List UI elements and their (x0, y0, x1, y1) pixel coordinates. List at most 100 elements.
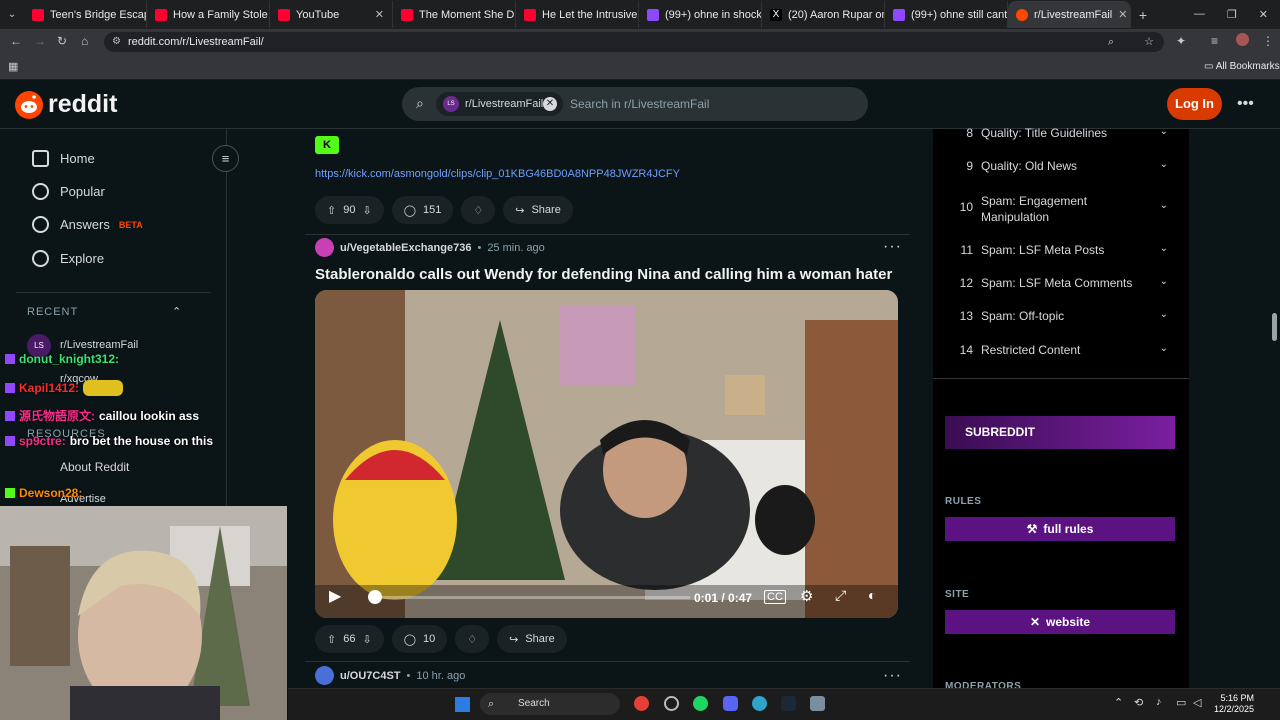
windows-start-icon[interactable] (455, 697, 470, 712)
clear-chip-icon[interactable]: ✕ (543, 97, 557, 111)
volume-icon[interactable]: ◐ (868, 587, 876, 603)
new-tab-icon[interactable]: + (1131, 7, 1155, 23)
post-link[interactable]: https://kick.com/asmongold/clips/clip_01… (315, 168, 680, 180)
video-player[interactable]: ▶ 0:01 / 0:47 CC ⚙ ⤢ ◐ (315, 290, 898, 618)
recent-item[interactable]: r/LivestreamFail (60, 339, 138, 351)
chevron-down-icon[interactable]: ⌄ (1160, 309, 1168, 323)
home-browser-icon[interactable]: ⌂ (81, 34, 88, 48)
rule-item[interactable]: 9 Quality: Old News ⌄ (958, 159, 1168, 173)
play-icon[interactable]: ▶ (329, 586, 341, 606)
browser-tab[interactable]: How a Family Stole $✕ (147, 1, 270, 28)
taskbar-clock[interactable]: 5:16 PM 12/2/2025 (1214, 693, 1254, 715)
browser-tab[interactable]: (99+) ohne in shock :✕ (639, 1, 762, 28)
nav-answers[interactable]: Answers BETA (32, 216, 143, 233)
post-options-icon[interactable]: ··· (883, 667, 902, 685)
url-field[interactable]: ⚙ reddit.com/r/LivestreamFail/ ⌕ ☆ (104, 32, 1164, 52)
upvote-icon[interactable]: ⇧ (327, 204, 336, 217)
zoom-icon[interactable]: ⌕ (1108, 32, 1114, 52)
upvote-icon[interactable]: ⇧ (327, 633, 336, 646)
spotify-icon[interactable] (693, 696, 708, 711)
comments-button[interactable]: ◯ 151 (391, 196, 454, 224)
comments-button[interactable]: ◯ 10 (391, 625, 448, 653)
speaker-icon[interactable]: ◁ (1193, 696, 1201, 709)
subreddit-banner[interactable]: SUBREDDIT (945, 416, 1175, 449)
browser-tab-active[interactable]: r/LivestreamFail ✕ (1008, 1, 1131, 28)
close-window-icon[interactable]: ✕ (1259, 8, 1268, 21)
fullscreen-icon[interactable]: ⤢ (835, 587, 846, 604)
site-info-icon[interactable]: ⚙ (112, 32, 121, 52)
post-title[interactable]: Stableronaldo calls out Wendy for defend… (315, 266, 892, 283)
sync-icon[interactable]: ⟲ (1134, 696, 1143, 709)
vote-control[interactable]: ⇧ 90 ⇩ (315, 196, 384, 224)
profile-avatar-icon[interactable] (1236, 33, 1249, 46)
downvote-icon[interactable]: ⇩ (362, 204, 371, 217)
chrome-icon[interactable] (634, 696, 649, 711)
resources-item[interactable]: About Reddit (60, 460, 129, 474)
award-button[interactable]: ♢ (461, 196, 496, 224)
post-options-icon[interactable]: ··· (883, 238, 902, 256)
back-icon[interactable]: ← (10, 34, 22, 48)
more-options-icon[interactable]: ••• (1237, 95, 1254, 113)
extensions-icon[interactable]: ✦ (1176, 34, 1186, 48)
website-button[interactable]: ✕ website (945, 610, 1175, 634)
minimize-icon[interactable]: — (1194, 8, 1205, 21)
all-bookmarks-button[interactable]: ▭ All Bookmarks (1204, 61, 1280, 72)
browser-tab[interactable]: (99+) ohne still cant :✕ (885, 1, 1008, 28)
browser-tab[interactable]: The Moment She Dis✕ (393, 1, 516, 28)
chevron-down-icon[interactable]: ⌄ (1160, 126, 1168, 140)
collapse-sidebar-icon[interactable]: ≡ (212, 145, 239, 172)
reading-list-icon[interactable]: ≡ (1211, 34, 1218, 48)
user-avatar[interactable] (315, 238, 334, 257)
rule-item[interactable]: 11 Spam: LSF Meta Posts ⌄ (958, 243, 1168, 257)
close-tab-icon[interactable]: ✕ (375, 8, 384, 21)
tab-search-icon[interactable]: ⌄ (0, 9, 24, 20)
post-author[interactable]: u/OU7C4ST (340, 670, 401, 682)
browser-tab[interactable]: He Let the Intrusive T✕ (516, 1, 639, 28)
reddit-logo-icon[interactable] (15, 91, 43, 119)
share-button[interactable]: ↪ Share (503, 196, 573, 224)
share-button[interactable]: ↪ Share (497, 625, 567, 653)
reddit-wordmark[interactable]: reddit (48, 90, 117, 119)
rule-item[interactable]: 10 Spam: Engagement Manipulation ⌄ (958, 193, 1168, 225)
search-subreddit-chip[interactable]: LS r/LivestreamFail ✕ (436, 92, 563, 116)
user-avatar[interactable] (315, 666, 334, 685)
clock-app-icon[interactable] (664, 696, 679, 711)
microphone-icon[interactable]: ♪ (1156, 696, 1162, 708)
browser-tab[interactable]: YouTube ✕ (270, 1, 393, 28)
scrollbar-thumb[interactable] (1272, 313, 1277, 341)
apps-grid-icon[interactable]: ▦ (8, 60, 18, 73)
login-button[interactable]: Log In (1167, 88, 1222, 120)
taskbar-search[interactable]: ⌕ Search (480, 693, 620, 715)
recent-heading[interactable]: RECENT (27, 306, 78, 318)
captions-icon[interactable]: CC (764, 590, 786, 604)
post-author[interactable]: u/VegetableExchange736 (340, 242, 471, 254)
browser-tab[interactable]: X(20) Aaron Rupar on✕ (762, 1, 885, 28)
downvote-icon[interactable]: ⇩ (362, 633, 371, 646)
browser-tab[interactable]: Teen's Bridge Escape✕ (24, 1, 147, 28)
settings-app-icon[interactable] (810, 696, 825, 711)
nav-explore[interactable]: Explore (32, 250, 104, 267)
rule-item[interactable]: 8 Quality: Title Guidelines ⌄ (958, 126, 1168, 140)
reload-icon[interactable]: ↻ (57, 34, 67, 48)
rule-item[interactable]: 13 Spam: Off-topic ⌄ (958, 309, 1168, 323)
nav-home[interactable]: Home (32, 150, 95, 167)
chevron-up-icon[interactable]: ⌃ (172, 305, 181, 318)
steam-icon[interactable] (781, 696, 796, 711)
bookmark-star-icon[interactable]: ☆ (1144, 32, 1154, 52)
forward-icon[interactable]: → (34, 34, 46, 48)
tray-chevron-icon[interactable]: ⌃ (1114, 696, 1123, 709)
edge-icon[interactable] (752, 696, 767, 711)
search-input[interactable]: Search in r/LivestreamFail (570, 97, 709, 111)
rule-item[interactable]: 12 Spam: LSF Meta Comments ⌄ (958, 276, 1168, 290)
close-tab-icon[interactable]: ✕ (1118, 8, 1127, 21)
network-icon[interactable]: ▭ (1176, 696, 1186, 709)
award-button[interactable]: ♢ (455, 625, 490, 653)
rule-item[interactable]: 14 Restricted Content ⌄ (958, 343, 1168, 357)
full-rules-button[interactable]: ⚒ full rules (945, 517, 1175, 541)
nav-popular[interactable]: Popular (32, 183, 105, 200)
discord-icon[interactable] (723, 696, 738, 711)
chevron-down-icon[interactable]: ⌄ (1160, 276, 1168, 290)
settings-gear-icon[interactable]: ⚙ (800, 587, 813, 605)
browser-menu-icon[interactable]: ⋮ (1262, 34, 1274, 48)
chevron-down-icon[interactable]: ⌄ (1160, 159, 1168, 173)
